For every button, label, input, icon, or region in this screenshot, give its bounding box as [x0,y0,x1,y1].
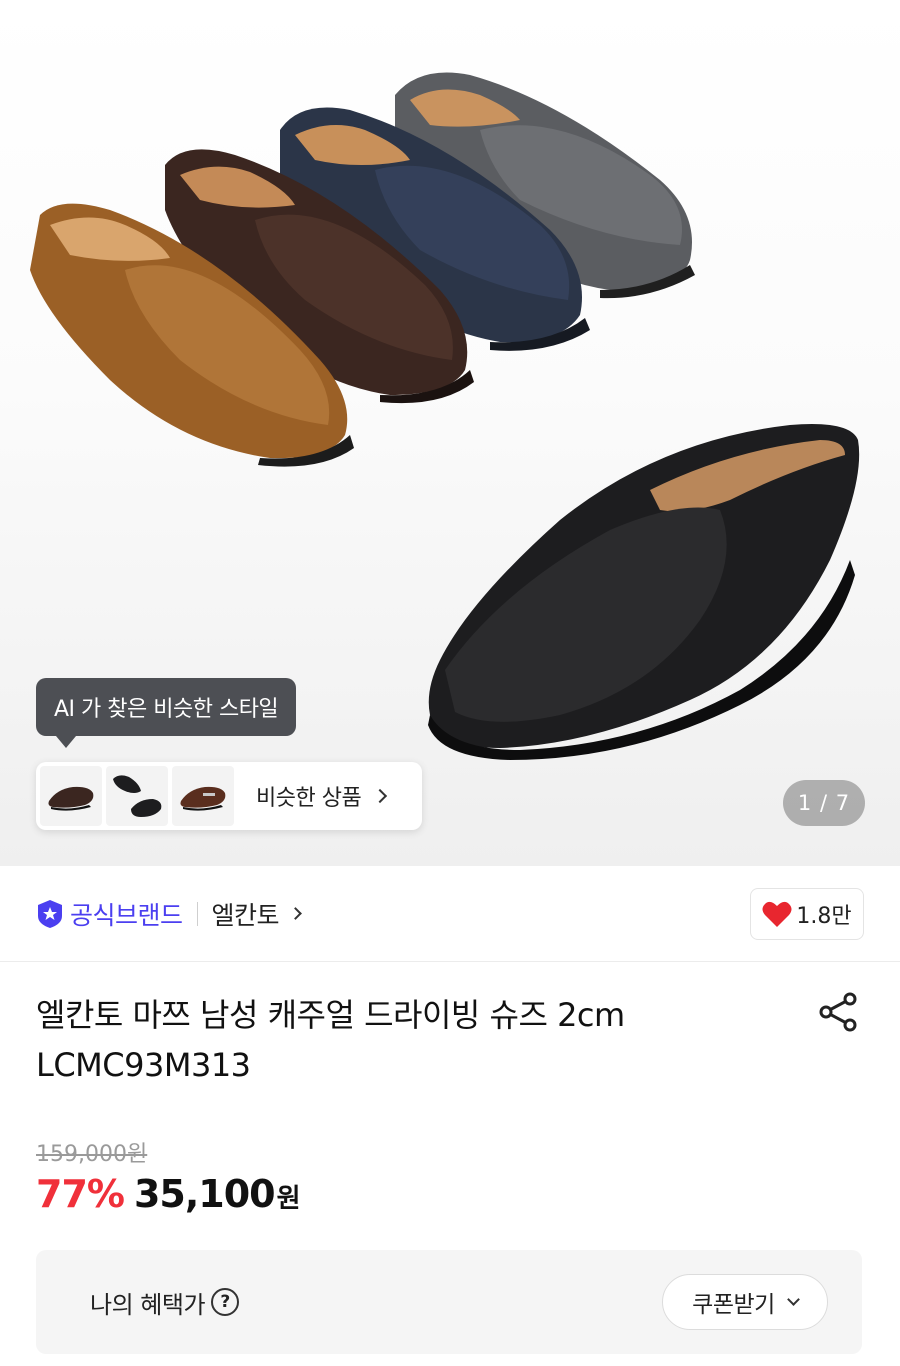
product-title: 엘칸토 마쯔 남성 캐주얼 드라이빙 슈즈 2cm LCMC93M313 [36,996,625,1084]
similar-products-label: 비슷한 상품 [256,780,388,812]
share-icon[interactable] [816,990,860,1034]
get-coupon-button[interactable]: 쿠폰받기 [662,1274,828,1330]
brand-link[interactable]: 엘칸토 [211,896,302,932]
currency-unit: 원 [276,1184,301,1214]
brown-loafer-thumb-icon [48,786,94,811]
official-brand-label: 공식브랜드 [70,900,183,930]
chevron-down-icon [786,1292,800,1306]
product-photo [30,72,860,760]
similar-products-button[interactable]: 비슷한 상품 [36,762,422,830]
official-badge-icon [38,899,62,928]
similar-thumbnail-1[interactable] [40,766,102,826]
brand-name: 엘칸토 [211,900,280,930]
my-benefit-label: 나의 혜택가 ? [90,1285,240,1320]
heart-icon [762,901,792,927]
product-image-gallery[interactable]: AI 가 찾은 비슷한 스타일 비슷한 상품 1 / 7 [0,0,900,866]
chevron-right-icon [289,907,302,920]
similar-products-text: 비슷한 상품 [256,786,362,811]
price-row: 77% 35,100 원 [36,1172,301,1216]
like-count: 1.8만 [796,904,852,929]
coupon-button-label: 쿠폰받기 [692,1292,775,1318]
original-price: 159,000원 [36,1142,148,1167]
black-loafers-thumb-icon [113,775,162,817]
brown-bit-loafer-thumb-icon [180,786,226,811]
benefit-box: 나의 혜택가 ? 쿠폰받기 [36,1250,862,1354]
help-icon[interactable]: ? [211,1288,240,1316]
my-benefit-text: 나의 혜택가 [90,1290,206,1319]
black-loafer-image [428,424,860,760]
chevron-right-icon [373,788,388,804]
like-button[interactable]: 1.8만 [750,888,864,940]
image-pager: 1 / 7 [783,780,865,826]
discount-rate: 77% [36,1172,125,1216]
sale-price: 35,100 [133,1172,276,1216]
similar-thumbnail-3[interactable] [172,766,234,826]
ai-style-tooltip: AI 가 찾은 비슷한 스타일 [36,678,297,748]
divider [196,901,198,926]
similar-thumbnail-2[interactable] [106,766,168,826]
brand-row: 공식브랜드 엘칸토 1.8만 [0,866,900,962]
